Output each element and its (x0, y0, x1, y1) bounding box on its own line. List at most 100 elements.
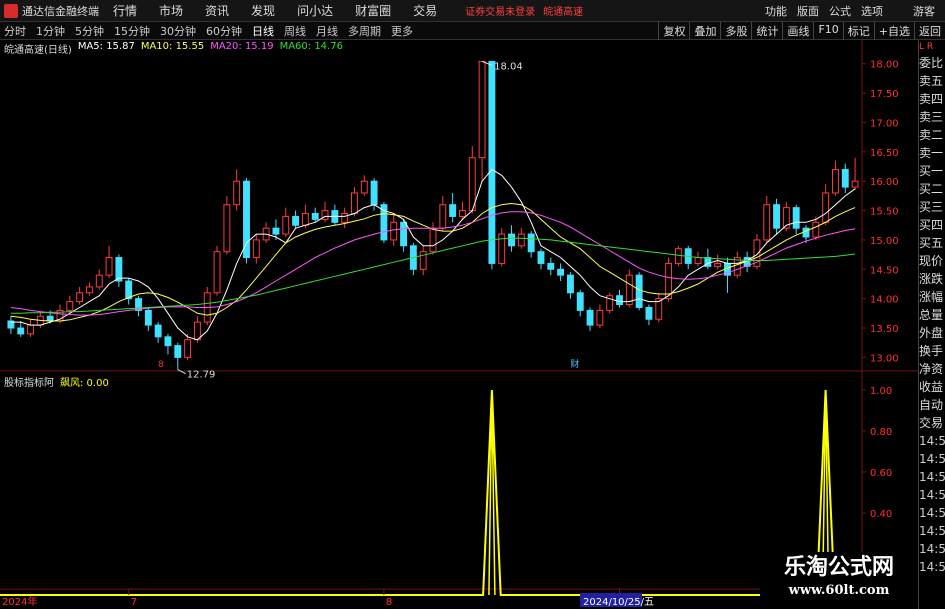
chart-canvas[interactable]: 18.00 17.50 17.00 16.50 16.00 15.50 15.00 14.50… (0, 40, 918, 609)
ma5-line (10, 168, 856, 341)
side-panel-item: 收益 (919, 380, 944, 394)
indicator-series-label: 飙风: 0.00 (60, 378, 109, 389)
menu-item-options[interactable]: 选项 (861, 3, 883, 19)
period-tab-more[interactable]: 更多 (391, 23, 413, 39)
candle-body (429, 227, 437, 253)
candle-body (674, 248, 682, 264)
candle-body (488, 60, 496, 264)
period-tab-monthly[interactable]: 月线 (316, 23, 338, 39)
low-price-label: 12.79 (187, 370, 216, 381)
tool-mark[interactable]: 标记 (842, 22, 874, 40)
candle-body (341, 213, 349, 223)
menu-item-discover[interactable]: 发现 (251, 2, 275, 19)
price-axis-label: 13.50 (870, 324, 899, 335)
menu-item-quotes[interactable]: 行情 (113, 2, 137, 19)
menu-item-formula[interactable]: 公式 (829, 3, 851, 19)
candle-body (17, 327, 25, 335)
candle-body (125, 280, 133, 300)
side-panel-item: 14:56 (919, 524, 945, 538)
side-panel-item: 买三 (919, 200, 944, 214)
date-axis-year: 2024年 (2, 595, 37, 608)
side-panel-item: 14:56 (919, 434, 945, 448)
indicator-name: 股标指标阿 (4, 378, 54, 389)
candle-body (105, 257, 113, 276)
ma-legend: 皖通高速(日线) MA5: 15.87 MA10: 15.55 MA20: 15… (4, 41, 349, 56)
menu-item-trade[interactable]: 交易 (413, 2, 437, 19)
side-panel-item: 涨跌 (919, 272, 944, 286)
period-tabs: 分时 1分钟 5分钟 15分钟 30分钟 60分钟 日线 周线 月线 多周期 更… (0, 23, 423, 39)
price-axis-label: 16.50 (870, 148, 899, 159)
period-tab-60min[interactable]: 60分钟 (206, 23, 242, 39)
price-axis-label: 17.00 (870, 118, 899, 129)
date-axis-month: 8 (386, 597, 392, 608)
menu-item-news[interactable]: 资讯 (205, 2, 229, 19)
period-tab-5min[interactable]: 5分钟 (75, 23, 104, 39)
indicator-axis-label: 0.80 (870, 427, 892, 438)
candle-body (380, 204, 388, 241)
candle-body (193, 321, 201, 341)
period-tab-30min[interactable]: 30分钟 (160, 23, 196, 39)
candle-body (841, 168, 849, 188)
menu-item-function[interactable]: 功能 (765, 3, 787, 19)
candle-body (272, 227, 280, 235)
tool-overlay[interactable]: 叠加 (689, 22, 720, 40)
period-tab-15min[interactable]: 15分钟 (114, 23, 150, 39)
price-axis-label: 18.00 (870, 60, 899, 71)
app-title: 通达信金融终端 (22, 4, 99, 18)
menu-item-ask[interactable]: 问小达 (297, 2, 333, 19)
candle-body (400, 221, 407, 247)
side-panel-item: 外盘 (919, 326, 944, 340)
candle-body (390, 221, 398, 241)
menu-item-market[interactable]: 市场 (159, 2, 183, 19)
side-panel-header[interactable]: L R (919, 40, 945, 54)
period-tab-multi[interactable]: 多周期 (348, 23, 381, 39)
tool-multi-stock[interactable]: 多股 (720, 22, 751, 40)
date-axis-month: 7 (131, 597, 137, 608)
candle-body (459, 210, 466, 217)
menu-item-layout[interactable]: 版面 (797, 3, 819, 19)
ma60-label: MA60: 14.76 (279, 41, 343, 52)
candle-body (566, 274, 574, 294)
side-panel-item: 卖四 (919, 92, 944, 106)
tool-back[interactable]: 返回 (914, 22, 945, 40)
tool-statistics[interactable]: 统计 (751, 22, 782, 40)
candle-body (537, 251, 545, 264)
tool-add-watchlist[interactable]: +自选 (873, 22, 914, 40)
chart-title: 皖通高速(日线) (4, 45, 72, 56)
period-tab-daily[interactable]: 日线 (252, 23, 274, 39)
watermark-title: 乐淘公式网 (783, 554, 894, 580)
menu-item-wealth[interactable]: 财富圈 (355, 2, 391, 19)
candle-body (95, 274, 103, 288)
indicator-line (0, 389, 860, 596)
period-tab-intraday[interactable]: 分时 (4, 23, 26, 39)
side-panel-item: 自动 (919, 398, 944, 412)
watermark: 乐淘公式网 www.60lt.com (760, 552, 918, 609)
event-marker: 8 (158, 360, 164, 370)
high-price-label: 18.04 (494, 61, 523, 72)
candle-body (576, 292, 584, 311)
indicator-legend: 股标指标阿 飙风: 0.00 (4, 374, 115, 389)
candle-body (154, 324, 162, 338)
ma5-label: MA5: 15.87 (77, 41, 135, 52)
side-panel-item: 卖一 (919, 146, 944, 160)
price-axis-label: 17.50 (870, 89, 899, 100)
side-panel-item: 卖三 (919, 110, 944, 124)
candle-body (625, 274, 633, 306)
tool-f10[interactable]: F10 (813, 22, 842, 40)
side-panel-item: 买五 (919, 236, 944, 250)
ma20-label: MA20: 15.19 (210, 41, 274, 52)
candle-body (527, 233, 535, 253)
side-panel-item: 委比 (919, 56, 944, 70)
tool-draw-line[interactable]: 画线 (782, 22, 813, 40)
price-axis-label: 13.00 (870, 353, 899, 364)
period-tab-1min[interactable]: 1分钟 (36, 23, 65, 39)
indicator-axis-label: 0.40 (870, 509, 892, 520)
candle-body (301, 213, 309, 226)
tool-restore-rights[interactable]: 复权 (658, 22, 689, 40)
login-status-link[interactable]: 证券交易未登录 (465, 3, 535, 18)
side-panel-item: 买四 (919, 218, 944, 232)
candle-body (547, 262, 555, 270)
period-tab-weekly[interactable]: 周线 (284, 23, 306, 39)
guest-user[interactable]: 游客 (913, 3, 935, 19)
candle-body (144, 309, 152, 326)
